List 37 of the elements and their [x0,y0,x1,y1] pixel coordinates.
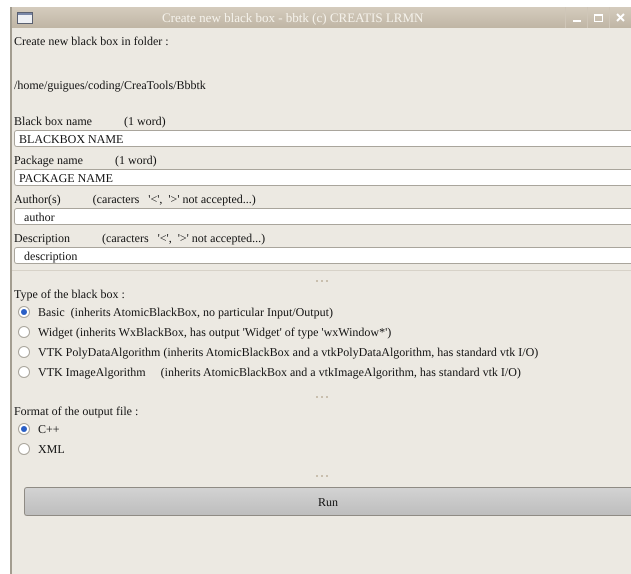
radio-label: VTK PolyDataAlgorithm (inherits AtomicBlackBox and a vtkPolyDataAlgorithm, has standard vtk I/O) [38,344,538,361]
field-label: Package name [14,152,83,169]
field-hint: (caracters '<', '>' not accepted...) [102,230,266,247]
radio-label: Basic (inherits AtomicBlackBox, no particular Input/Output) [38,304,333,321]
splitter-handle-icon[interactable] [316,396,328,398]
text-field[interactable]: description [14,247,631,264]
radio-button[interactable] [18,366,30,378]
maximize-icon [594,14,603,22]
folder-path: /home/guigues/coding/CreaTools/Bbbtk [14,77,207,92]
field-hint: (1 word) [114,152,157,169]
text-field[interactable]: BLACKBOX NAME [14,130,631,147]
radio-label: C++ [38,421,60,438]
splitter-handle-icon[interactable] [316,474,328,478]
minimize-icon [572,20,580,22]
field-label: Author(s) [14,191,61,208]
window-icon [17,12,33,24]
group-title: Format of the output file : [14,403,140,419]
radio-label: Widget (inherits WxBlackBox, has output 'Widget' of type 'wxWindow*') [38,324,392,341]
field-hint: (1 word) [124,113,166,130]
run-button[interactable]: Run [24,487,631,516]
folder-prompt: Create new black box in folder : [14,33,170,48]
field-label: Description [14,230,70,247]
radio-label: VTK ImageAlgorithm (inherits AtomicBlackBox and a vtkImageAlgorithm, has standard vtk I/O) [38,364,521,381]
window-title: Create new black box - bbtk (c) CREATIS LRMN [162,8,424,27]
radio-label: XML [38,441,65,458]
radio-button[interactable] [18,346,30,358]
radio-button[interactable] [18,443,30,455]
radio-button[interactable] [18,306,30,318]
text-field[interactable]: author [14,208,631,225]
field-hint: (caracters '<', '>' not accepted...) [92,191,256,208]
splitter-handle-icon[interactable] [316,280,328,282]
group-title: Type of the black box : [14,286,126,302]
field-label: Black box name [14,113,92,130]
text-field[interactable]: PACKAGE NAME [14,169,631,186]
radio-button[interactable] [18,326,30,338]
radio-button[interactable] [18,423,30,435]
close-icon [616,13,625,22]
